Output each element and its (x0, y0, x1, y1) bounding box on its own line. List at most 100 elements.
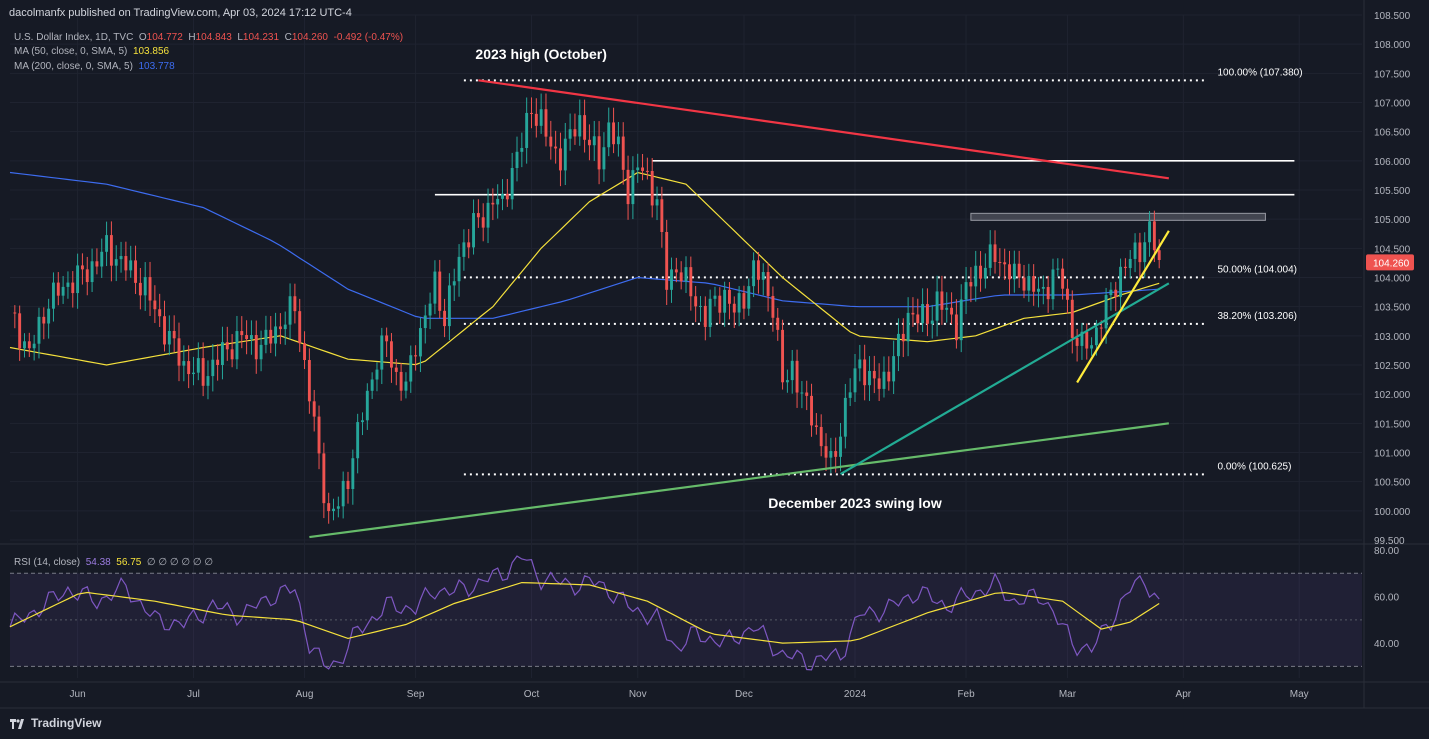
candle-body (1138, 242, 1142, 263)
candle-body (447, 285, 451, 327)
candle-body (414, 355, 418, 357)
candle-body (718, 295, 722, 313)
candle-body (100, 251, 104, 267)
rsi-legend[interactable]: RSI (14, close) 54.38 56.75 ∅ ∅ ∅ ∅ ∅ ∅ (14, 557, 213, 568)
candle-body (1133, 242, 1137, 259)
candle-body (423, 315, 427, 329)
candle-body (679, 272, 683, 282)
y-tick-label: 108.500 (1374, 11, 1411, 22)
candle-body (665, 231, 669, 290)
candle-body (1104, 295, 1108, 329)
candle-body (983, 267, 987, 279)
y-tick-label: 104.500 (1374, 244, 1411, 255)
candle-body (278, 326, 282, 330)
x-tick-label: Aug (296, 689, 314, 700)
candle-body (109, 235, 113, 266)
candle-body (375, 369, 379, 380)
candle-body (505, 193, 509, 200)
candle-body (1046, 286, 1050, 300)
candle-body (979, 265, 982, 279)
candle-body (1056, 268, 1060, 270)
candle-body (916, 314, 920, 324)
y-tick-label: 106.500 (1374, 128, 1411, 139)
candle-body (887, 371, 891, 382)
y-tick-label: 108.000 (1374, 40, 1411, 51)
candle-body (283, 324, 287, 330)
candle-body (583, 115, 587, 140)
candle-body (496, 198, 500, 205)
candle-body (438, 271, 442, 311)
candle-body (1041, 286, 1045, 289)
candle-body (95, 261, 99, 267)
candle-body (549, 136, 553, 147)
candle-body (1148, 221, 1151, 243)
green-uptrend-long-trendline (309, 422, 1170, 539)
ma200-label: MA (200, close, 0, SMA, 5) (14, 61, 133, 72)
candle-body (790, 360, 794, 381)
candle-body (240, 331, 244, 336)
x-tick-label: Jun (70, 689, 86, 700)
high-label: H (188, 32, 196, 43)
candle-body (129, 260, 133, 271)
candle-body (1123, 266, 1127, 269)
candle-body (1109, 289, 1113, 296)
candle-body (269, 329, 273, 344)
candle-body (645, 170, 649, 172)
candle-body (61, 286, 65, 296)
open-label: O (138, 32, 147, 43)
candle-body (868, 370, 871, 386)
candle-body (336, 506, 340, 509)
candle-body (655, 199, 659, 206)
candle-body (399, 371, 403, 391)
y-tick-label: 103.500 (1374, 303, 1411, 314)
candle-body (85, 269, 89, 283)
candle-body (771, 295, 775, 318)
candle-body (114, 259, 118, 266)
candle-body (452, 281, 456, 286)
candle-body (839, 436, 842, 457)
candle-body (930, 320, 934, 324)
candle-body (32, 343, 36, 349)
tradingview-logo[interactable]: TradingView (10, 716, 101, 730)
candle-body (660, 199, 664, 232)
ma200-legend[interactable]: MA (200, close, 0, SMA, 5) 103.778 (14, 61, 175, 72)
candle-body (1003, 262, 1007, 265)
candle-body (404, 381, 408, 391)
candle-body (742, 293, 746, 309)
candle-body (781, 329, 785, 383)
candle-body (52, 282, 55, 309)
candle-body (616, 136, 620, 145)
y-tick-label: 100.500 (1374, 478, 1411, 489)
rsi-value: 54.38 (85, 557, 111, 568)
resistance-zone (970, 212, 1266, 221)
candle-body (481, 217, 485, 228)
candle-body (1157, 250, 1161, 260)
close-label: C (284, 32, 292, 43)
candle-body (1119, 266, 1123, 297)
price-chart[interactable]: 100.00% (107.380) 50.00% (104.004) 38.20% … (0, 0, 1429, 739)
candle-body (892, 356, 896, 382)
candle-body (346, 480, 350, 490)
candle-body (351, 458, 355, 490)
candle-body (418, 328, 422, 357)
candle-body (925, 304, 929, 324)
candle-body (935, 291, 939, 321)
candle-body (66, 282, 70, 287)
candle-body (761, 272, 765, 280)
chart-annotation: December 2023 swing low (768, 495, 942, 511)
candle-body (1090, 345, 1094, 349)
candle-body (467, 242, 471, 248)
symbol-legend[interactable]: U.S. Dollar Index, 1D, TVC O104.772 H104… (14, 32, 403, 43)
candle-body (259, 344, 263, 360)
candle-body (486, 202, 490, 228)
candle-body (380, 335, 384, 370)
ma50-legend[interactable]: MA (50, close, 0, SMA, 5) 103.856 (14, 46, 169, 57)
candle-body (365, 390, 369, 421)
candle-body (621, 136, 625, 170)
publisher-line: dacolmanfx published on TradingView.com,… (9, 7, 352, 19)
candle-body (819, 426, 823, 447)
candle-body (303, 343, 306, 361)
candle-body (167, 330, 171, 345)
fib-level-label: 38.20% (103.206) (1217, 311, 1297, 322)
candle-body (708, 298, 712, 327)
